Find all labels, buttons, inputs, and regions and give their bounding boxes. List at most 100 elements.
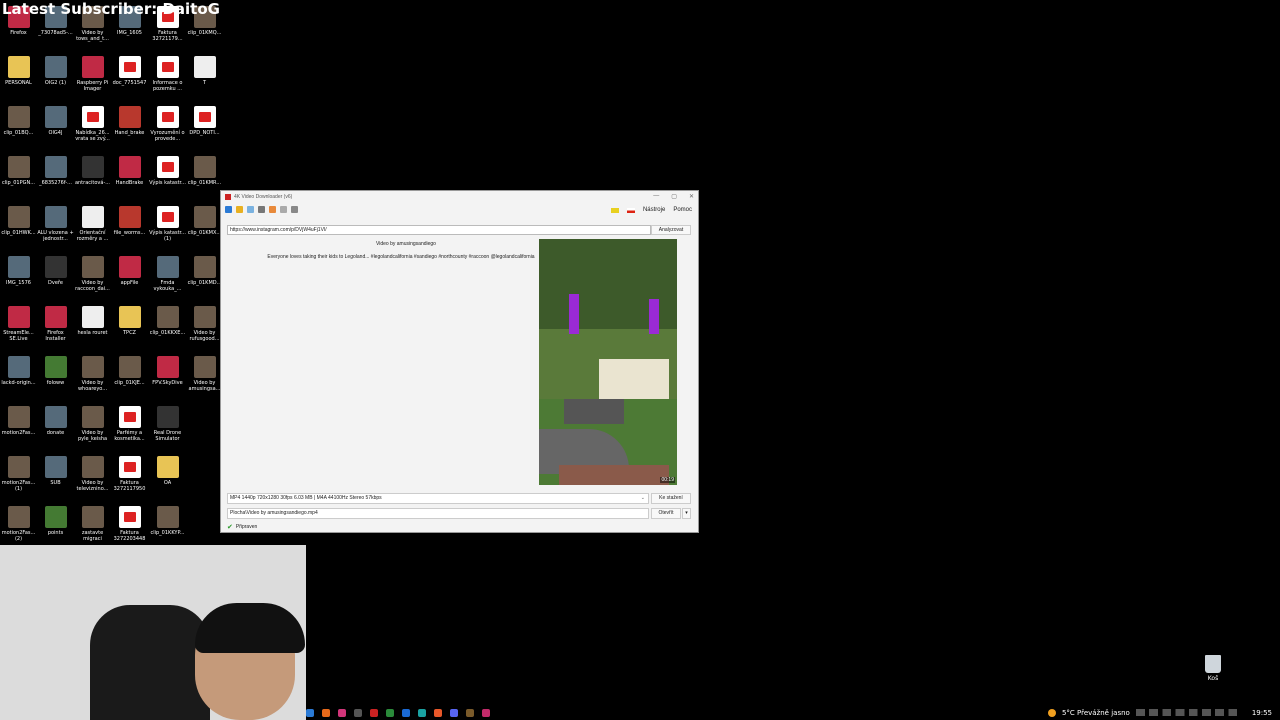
desktop-icon-label: OA	[163, 480, 172, 486]
desktop-icon[interactable]: clip_01KJE...	[111, 356, 148, 406]
desktop-icon[interactable]: Video by raccoon_dai...	[74, 256, 111, 306]
excel-icon[interactable]	[386, 708, 394, 717]
analyze-button[interactable]: Analyzovat	[651, 225, 691, 235]
pdf-file-icon	[118, 56, 141, 78]
desktop-icon[interactable]: Hand_brake	[111, 106, 148, 156]
vlc-icon[interactable]	[322, 708, 330, 717]
format-select[interactable]: MP4 1440p 720x1280 30fps 6.03 MB | M4A 4…	[227, 493, 649, 504]
firefox-icon[interactable]	[434, 708, 442, 717]
search-icon[interactable]	[247, 205, 254, 213]
desktop-icon[interactable]: Video by pyle_keisha	[74, 406, 111, 456]
instagram-icon[interactable]	[338, 708, 346, 717]
archive-file-icon	[118, 206, 141, 228]
app-icon[interactable]	[466, 708, 474, 717]
desktop-icon[interactable]: Parfémy a kosmetika...	[111, 406, 148, 456]
tray-icons[interactable]	[1135, 709, 1246, 716]
desktop-icon[interactable]: OA	[149, 456, 186, 506]
desktop-icon[interactable]: Výpis katastr...	[149, 156, 186, 206]
desktop-icon[interactable]: DPD_NOTI...	[186, 106, 223, 156]
subscription-icon[interactable]	[269, 205, 276, 213]
desktop-icon[interactable]: Vyrozumění o provede...	[149, 106, 186, 156]
desktop-icon-label: Výpis katastr...	[149, 180, 186, 186]
notification-icon[interactable]	[610, 207, 619, 213]
desktop-icon-label: OIG2 (1)	[44, 80, 67, 86]
desktop-icon[interactable]: OIG2 (1)	[37, 56, 74, 106]
desktop-icon[interactable]: TPCZ	[111, 306, 148, 356]
settings-icon[interactable]	[280, 205, 287, 213]
desktop-icon[interactable]: clip_01KMX...	[186, 206, 223, 256]
desktop-icon[interactable]: FPV.SkyDive	[149, 356, 186, 406]
photo-file-icon	[7, 256, 30, 278]
desktop-icon[interactable]: T	[186, 56, 223, 106]
desktop-icon[interactable]: appFile	[111, 256, 148, 306]
chevron-down-icon[interactable]: ⌄	[641, 494, 645, 503]
downloader-taskbar-icon[interactable]	[370, 708, 378, 717]
desktop-icon[interactable]: PERSONAL	[0, 56, 37, 106]
desktop-icon[interactable]: donate	[37, 406, 74, 456]
desktop-icon[interactable]: Video by amusingsa...	[186, 356, 223, 406]
desktop-icon[interactable]: motion2Fas...	[0, 406, 37, 456]
desktop-icon[interactable]: SUB	[37, 456, 74, 506]
word-icon[interactable]	[402, 708, 410, 717]
open-dropdown-button[interactable]: ▾	[682, 508, 691, 519]
start-icon[interactable]	[306, 708, 314, 717]
recycle-bin[interactable]: Koš	[1202, 655, 1224, 682]
download-icon[interactable]	[225, 205, 232, 213]
open-button[interactable]: Otevřít	[651, 508, 681, 519]
menu-tools[interactable]: Nástroje	[643, 207, 665, 213]
language-flag-icon[interactable]	[626, 207, 635, 213]
desktop-icon[interactable]: Dveře	[37, 256, 74, 306]
desktop-icon[interactable]: clip_01PGN...	[0, 156, 37, 206]
desktop-icon[interactable]: Raspberry Pi Imager	[74, 56, 111, 106]
desktop-icon[interactable]: StreamEle... SE.Live	[0, 306, 37, 356]
smart-mode-icon[interactable]	[236, 205, 243, 213]
menu-help[interactable]: Pomoc	[673, 207, 692, 213]
desktop-icon[interactable]: clip_01KKXE...	[149, 306, 186, 356]
app-icon[interactable]	[482, 708, 490, 717]
desktop-icon[interactable]: Informace o pozemku ...	[149, 56, 186, 106]
pdf-file-icon	[118, 406, 141, 428]
clock[interactable]: 19:55	[1252, 709, 1272, 717]
binoculars-icon[interactable]	[258, 205, 265, 213]
url-input[interactable]: https://www.instagram.com/p/DVjW4uFj1VI/	[227, 225, 651, 235]
desktop-icon[interactable]: Fmda vykouka_...	[149, 256, 186, 306]
edge-icon[interactable]	[418, 708, 426, 717]
desktop-icon[interactable]: clip_01KMD...	[186, 256, 223, 306]
desktop-icon[interactable]: foloww	[37, 356, 74, 406]
clipboard-icon[interactable]	[291, 205, 298, 213]
desktop-icon-label: OIG4J	[48, 130, 63, 136]
desktop-icon[interactable]: Video by rufusgood...	[186, 306, 223, 356]
camera-icon[interactable]	[354, 708, 362, 717]
desktop-icon[interactable]: _6835276f-...	[37, 156, 74, 206]
desktop-icon[interactable]: Firefox Installer	[37, 306, 74, 356]
desktop-icon[interactable]: Výpis katastr... (1)	[149, 206, 186, 256]
desktop-icon[interactable]: Faktura 3272117950	[111, 456, 148, 506]
desktop-icon-label: Firefox Installer	[45, 330, 66, 342]
desktop-icon[interactable]: antracitová-...	[74, 156, 111, 206]
maximize-icon[interactable]: ▢	[671, 193, 677, 200]
minimize-icon[interactable]: —	[653, 193, 659, 200]
close-icon[interactable]: ✕	[689, 193, 694, 200]
desktop-icon[interactable]: file_worms...	[111, 206, 148, 256]
desktop-icon[interactable]: doc_7751547	[111, 56, 148, 106]
desktop-icon[interactable]: OIG4J	[37, 106, 74, 156]
desktop-icon[interactable]: clip_01HWK...	[0, 206, 37, 256]
download-button[interactable]: Ke stažení	[651, 493, 691, 504]
discord-icon[interactable]	[450, 708, 458, 717]
save-path-input[interactable]: Plocha\Video by amusingsandiego.mp4	[227, 508, 649, 519]
desktop-icon[interactable]: clip_01BQ...	[0, 106, 37, 156]
desktop-icon[interactable]: IMG_1576	[0, 256, 37, 306]
desktop-icon[interactable]: Nabídka_26... vrata se zvý...	[74, 106, 111, 156]
desktop-icon[interactable]: Video by whoareyo...	[74, 356, 111, 406]
desktop-icon[interactable]: Real Drone Simulator	[149, 406, 186, 456]
desktop-icon[interactable]: lackd-origin...	[0, 356, 37, 406]
desktop-icon[interactable]: ALU vlozena + jednostr...	[37, 206, 74, 256]
desktop-icon[interactable]: HandBrake	[111, 156, 148, 206]
desktop-icon-label: Vyrozumění o provede...	[150, 130, 185, 142]
doc-file-icon	[81, 206, 104, 228]
desktop-icon[interactable]: hesla rouret	[74, 306, 111, 356]
desktop-icon[interactable]: Orientační rozměry a ...	[74, 206, 111, 256]
desktop-icon[interactable]: Video by televiznino...	[74, 456, 111, 506]
desktop-icon[interactable]: clip_01KMR...	[186, 156, 223, 206]
desktop-icon[interactable]: motion2Fas... (1)	[0, 456, 37, 506]
